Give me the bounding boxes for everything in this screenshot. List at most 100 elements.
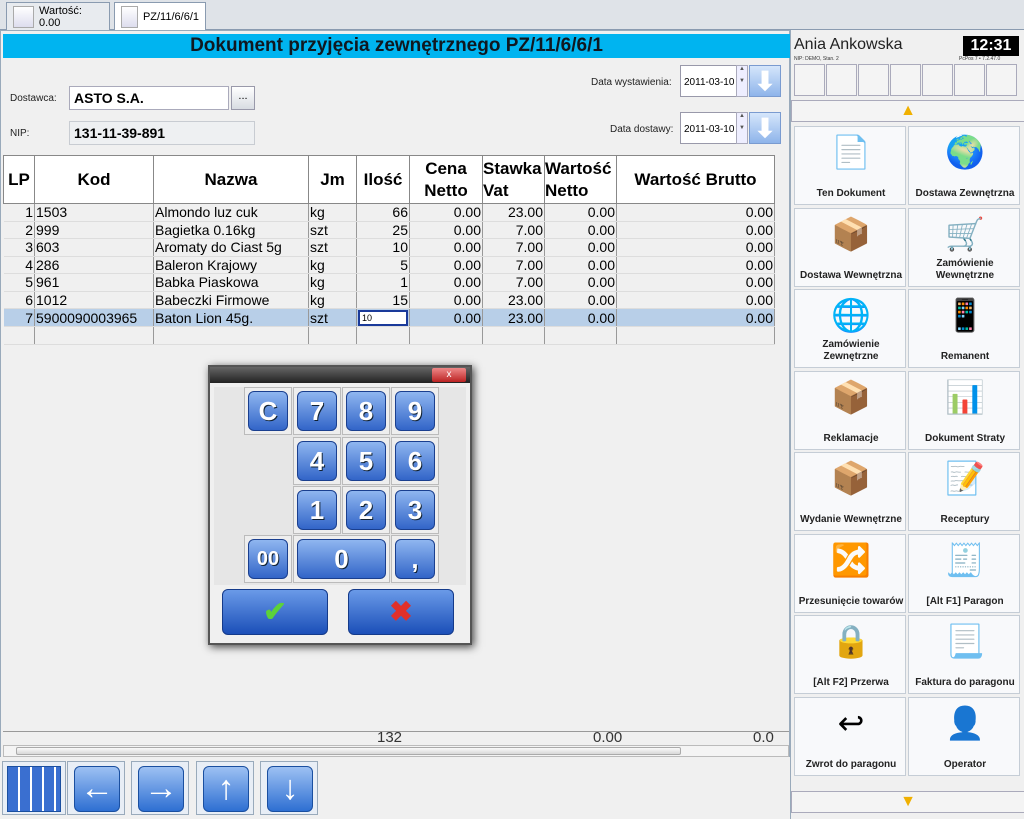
- table-cell: Baton Lion 45g.: [153, 308, 309, 328]
- tile-internal-delivery[interactable]: 📦 Dostawa Wewnętrzna: [794, 207, 906, 287]
- table-cell: Babeczki Firmowe: [153, 291, 309, 309]
- nav-down-button[interactable]: ↓: [260, 761, 318, 815]
- table-row[interactable]: 1 1503 Almondo luz cuk kg 66 0.00 23.00 0.00 0.0…: [3, 203, 775, 222]
- tile-lock[interactable]: 🔒 [Alt F2] Przerwa: [794, 615, 906, 694]
- favorite-slot[interactable]: [890, 64, 921, 96]
- numeric-keypad-dialog: x C 7 8 9 4 5 6 1 2 3 00 0 , ✔ ✖: [208, 365, 472, 645]
- tab-wartosc[interactable]: Wartość: 0.00: [6, 2, 110, 30]
- delivery-date-spinner[interactable]: ▲ ▼: [736, 112, 748, 144]
- clock: 12:31: [963, 36, 1019, 56]
- table-cell: szt: [308, 238, 357, 257]
- table-row[interactable]: 5 961 Babka Piaskowa kg 1 0.00 7.00 0.00 0.00: [3, 273, 775, 292]
- cancel-button[interactable]: ✖: [348, 589, 454, 635]
- tile-operator[interactable]: 👤 Operator: [908, 696, 1020, 776]
- nav-up-button[interactable]: ↑: [196, 761, 254, 815]
- issue-date-dropdown-button[interactable]: ⬇: [749, 65, 781, 97]
- table-row[interactable]: 3 603 Aromaty do Ciast 5g szt 10 0.00 7.00 0.00…: [3, 238, 775, 257]
- tile-label: Dostawa Wewnętrzna: [799, 269, 903, 281]
- col-ilosc[interactable]: Ilość: [356, 155, 410, 204]
- delivery-icon: [121, 5, 138, 28]
- quantity-edit-field[interactable]: 10: [358, 310, 408, 326]
- issue-date-spinner[interactable]: ▲ ▼: [736, 65, 748, 97]
- col-cena-netto[interactable]: Cena Netto: [409, 155, 483, 204]
- tile-label: Receptury: [940, 514, 990, 525]
- col-stawka-vat[interactable]: Stawka Vat: [482, 155, 545, 204]
- table-cell: kg: [308, 256, 357, 274]
- key-9[interactable]: 9: [391, 387, 439, 435]
- col-wartosc-brutto[interactable]: Wartość Brutto: [616, 155, 775, 204]
- tile-transfer[interactable]: 🔀 Przesunięcie towarów: [794, 533, 906, 613]
- nav-right-button[interactable]: →: [131, 761, 189, 815]
- tile-label: Dostawa Zewnętrzna: [915, 188, 1015, 199]
- table-cell: 603: [34, 238, 154, 257]
- close-icon[interactable]: x: [432, 368, 466, 382]
- tile-external-delivery[interactable]: 🌍 Dostawa Zewnętrzna: [908, 126, 1020, 205]
- tab-document[interactable]: PZ/11/6/6/1: [114, 2, 206, 30]
- table-row[interactable]: 7 5900090003965 Baton Lion 45g. szt 10 0.00 23…: [3, 308, 775, 328]
- key-2[interactable]: 2: [342, 486, 390, 534]
- table-cell: [616, 326, 775, 345]
- key-00[interactable]: 00: [244, 535, 292, 583]
- confirm-button[interactable]: ✔: [222, 589, 328, 635]
- col-lp[interactable]: LP: [3, 155, 35, 204]
- table-cell: 0.00: [544, 308, 617, 328]
- table-row[interactable]: 2 999 Bagietka 0.16kg szt 25 0.00 7.00 0.00 0.00: [3, 221, 775, 239]
- favorite-slot[interactable]: [858, 64, 889, 96]
- keypad-button[interactable]: [2, 761, 66, 815]
- key-6[interactable]: 6: [391, 437, 439, 485]
- scroll-down-button[interactable]: ▼: [791, 791, 1024, 813]
- col-kod[interactable]: Kod: [34, 155, 154, 204]
- key-4[interactable]: 4: [293, 437, 341, 485]
- tile-loss-document[interactable]: 📊 Dokument Straty: [908, 370, 1020, 450]
- col-wartosc-netto[interactable]: Wartość Netto: [544, 155, 617, 204]
- delivery-date-dropdown-button[interactable]: ⬇: [749, 112, 781, 144]
- table-cell: Babka Piaskowa: [153, 273, 309, 292]
- table-row[interactable]: 6 1012 Babeczki Firmowe kg 15 0.00 23.00 0.00 0.…: [3, 291, 775, 309]
- favorite-slot[interactable]: [986, 64, 1017, 96]
- table-cell: 1: [3, 203, 35, 222]
- tile-complaint[interactable]: 📦 Reklamacje: [794, 370, 906, 450]
- table-row[interactable]: 4 286 Baleron Krajowy kg 5 0.00 7.00 0.00 0.00: [3, 256, 775, 274]
- tile-document[interactable]: 📄 Ten Dokument: [794, 126, 906, 205]
- table-cell: [544, 326, 617, 345]
- tile-recipe[interactable]: 📝 Receptury: [908, 452, 1020, 531]
- key-0[interactable]: 0: [293, 535, 390, 583]
- total-quantity: 132: [377, 729, 403, 746]
- tile-receipt[interactable]: 🧾 [Alt F1] Paragon: [908, 533, 1020, 613]
- nav-left-button[interactable]: ←: [67, 761, 125, 815]
- tile-internal-release[interactable]: 📦 Wydanie Wewnętrzne: [794, 452, 906, 531]
- tile-external-order[interactable]: 🌐 Zamówienie Zewnętrzne: [794, 289, 906, 368]
- favorite-slot[interactable]: [954, 64, 985, 96]
- items-table: LP Kod Nazwa Jm Ilość Cena Netto Stawka …: [3, 155, 775, 345]
- arrow-up-icon: ▲: [900, 102, 916, 119]
- keypad-icon: [7, 766, 61, 812]
- key-5[interactable]: 5: [342, 437, 390, 485]
- supplier-browse-button[interactable]: ...: [231, 86, 255, 110]
- favorite-slot[interactable]: [922, 64, 953, 96]
- scroll-up-button[interactable]: ▲: [791, 100, 1024, 122]
- tile-invoice[interactable]: 📃 Faktura do paragonu: [908, 615, 1020, 694]
- table-cell: 66: [356, 203, 410, 222]
- key-3[interactable]: 3: [391, 486, 439, 534]
- tile-inventory[interactable]: 📱 Remanent: [908, 289, 1020, 368]
- tile-return[interactable]: ↩ Zwrot do paragonu: [794, 696, 906, 776]
- table-cell: 25: [356, 221, 410, 239]
- favorite-slot[interactable]: [794, 64, 825, 96]
- tile-internal-order[interactable]: 🛒 Zamówienie Wewnętrzne: [908, 207, 1020, 287]
- key-1[interactable]: 1: [293, 486, 341, 534]
- favorite-slot[interactable]: [826, 64, 857, 96]
- horizontal-scrollbar[interactable]: [3, 745, 789, 757]
- key-comma[interactable]: ,: [391, 535, 439, 583]
- tile-label: Wydanie Wewnętrzne: [800, 514, 902, 525]
- col-nazwa[interactable]: Nazwa: [153, 155, 309, 204]
- key-c[interactable]: C: [244, 387, 292, 435]
- scrollbar-thumb[interactable]: [16, 747, 681, 755]
- tile-label: Przesunięcie towarów: [798, 595, 904, 607]
- keypad-grid: C 7 8 9 4 5 6 1 2 3 00 0 ,: [214, 387, 466, 585]
- table-cell: 0.00: [409, 256, 483, 274]
- key-7[interactable]: 7: [293, 387, 341, 435]
- inventory-icon: 📱: [945, 297, 985, 333]
- col-jm[interactable]: Jm: [308, 155, 357, 204]
- supplier-field[interactable]: ASTO S.A.: [69, 86, 229, 110]
- key-8[interactable]: 8: [342, 387, 390, 435]
